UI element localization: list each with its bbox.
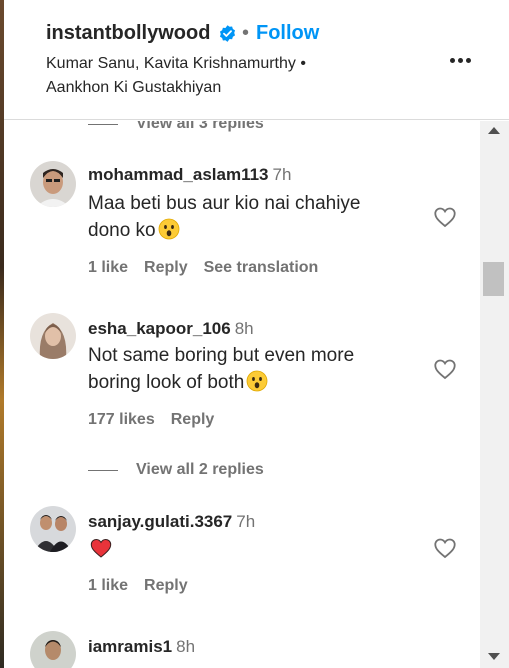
comment-username[interactable]: sanjay.gulati.3367 7h — [88, 512, 255, 532]
heart-outline-icon[interactable] — [432, 205, 458, 229]
verified-badge-icon — [219, 25, 236, 42]
comment-text: Maa beti bus aur kio nai chahiye dono ko — [88, 190, 361, 244]
comment-text-line: Not same boring but even more — [88, 345, 355, 366]
see-translation-button[interactable]: See translation — [204, 259, 319, 277]
comment-text: Not same boring but even more boring loo… — [88, 342, 354, 396]
comment-text — [88, 536, 114, 568]
comment-username-text[interactable]: sanjay.gulati.3367 — [88, 512, 232, 531]
comment-actions: 1 like Reply See translation — [88, 259, 318, 277]
astonished-face-emoji — [158, 218, 180, 240]
view-replies-label: View all 2 replies — [136, 461, 264, 478]
reply-button[interactable]: Reply — [171, 411, 215, 429]
comments-list[interactable]: View all 3 replies mohammad_aslam113 7h M… — [4, 121, 480, 668]
separator-dot: • — [242, 22, 250, 44]
view-replies-button[interactable]: View all 3 replies — [88, 121, 264, 133]
post-username[interactable]: instantbollywood — [46, 22, 210, 45]
scrollbar-thumb[interactable] — [483, 262, 504, 296]
comment-text-line: boring look of both — [88, 372, 245, 393]
comment-time[interactable]: 7h — [236, 512, 255, 531]
scroll-up-arrow-icon[interactable] — [488, 127, 500, 134]
comment-username-text[interactable]: esha_kapoor_106 — [88, 319, 231, 338]
comment-username-text[interactable]: mohammad_aslam113 — [88, 165, 269, 184]
reply-divider-line — [88, 123, 118, 125]
comment-username-text[interactable]: iamramis1 — [88, 637, 172, 656]
red-heart-emoji — [90, 538, 112, 558]
avatar[interactable] — [30, 313, 76, 359]
comment-username[interactable]: esha_kapoor_106 8h — [88, 319, 254, 339]
likes-count[interactable]: 177 likes — [88, 411, 155, 429]
comment-actions: 1 like Reply — [88, 577, 188, 595]
audio-track-link[interactable]: Aankhon Ki Gustakhiyan — [46, 79, 221, 97]
follow-button[interactable]: Follow — [256, 22, 319, 45]
scrollbar[interactable] — [480, 121, 509, 668]
reply-divider-line — [88, 469, 118, 471]
heart-outline-icon[interactable] — [432, 536, 458, 560]
comment-username[interactable]: mohammad_aslam113 7h — [88, 165, 291, 185]
likes-count[interactable]: 1 like — [88, 577, 128, 595]
scroll-down-arrow-icon[interactable] — [488, 653, 500, 660]
view-replies-button[interactable]: View all 2 replies — [88, 461, 264, 479]
comment-time[interactable]: 8h — [235, 319, 254, 338]
comment-text-line: dono ko — [88, 220, 156, 241]
astonished-face-emoji — [246, 370, 268, 392]
comment-username[interactable]: iamramis1 8h — [88, 637, 195, 657]
heart-outline-icon[interactable] — [432, 357, 458, 381]
reply-button[interactable]: Reply — [144, 259, 188, 277]
comment-time[interactable]: 8h — [176, 637, 195, 656]
comment-actions: 177 likes Reply — [88, 411, 214, 429]
audio-artist-link[interactable]: Kumar Sanu, Kavita Krishnamurthy • — [46, 55, 306, 73]
avatar[interactable] — [30, 631, 76, 668]
likes-count[interactable]: 1 like — [88, 259, 128, 277]
more-options-icon[interactable] — [450, 50, 476, 68]
avatar[interactable] — [30, 506, 76, 552]
avatar[interactable] — [30, 161, 76, 207]
comment-time[interactable]: 7h — [273, 165, 292, 184]
comment-text-line: Maa beti bus aur kio nai chahiye — [88, 193, 361, 214]
post-header: instantbollywood • Follow Kumar Sanu, Ka… — [4, 0, 509, 120]
reply-button[interactable]: Reply — [144, 577, 188, 595]
view-replies-label: View all 3 replies — [136, 121, 264, 132]
